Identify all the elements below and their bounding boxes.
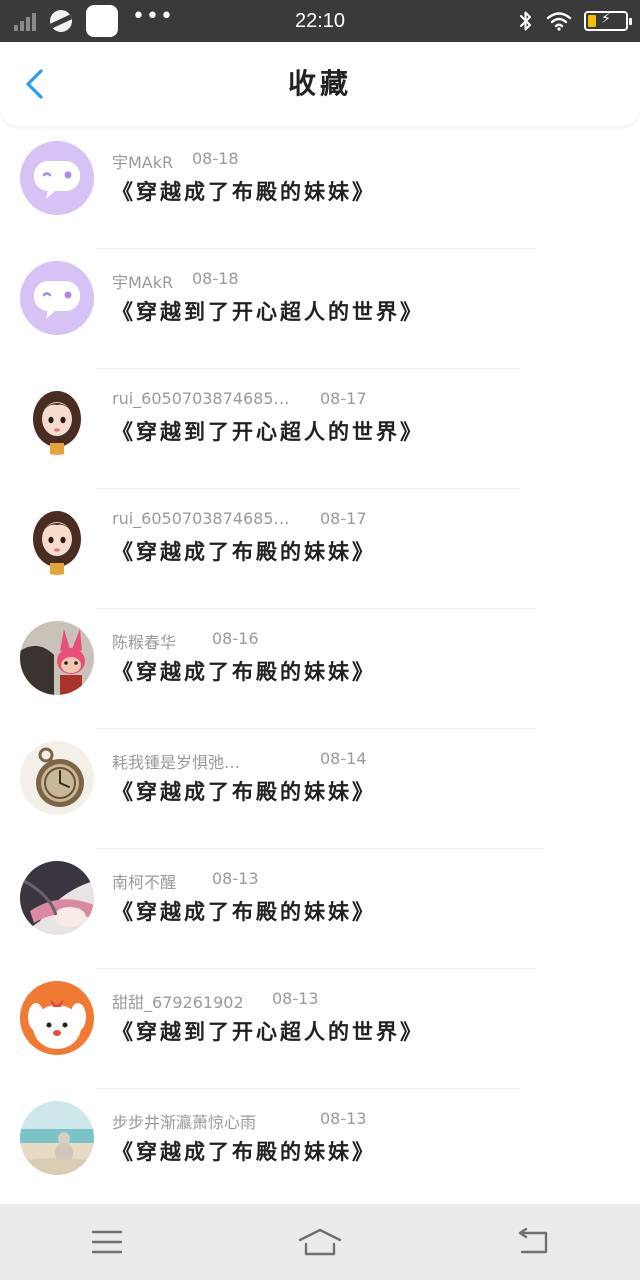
author-name: 宇MAkR: [112, 273, 174, 292]
item-meta: 宇MAkR 08-18: [112, 149, 572, 172]
battery-bolt: ⚡: [601, 11, 611, 27]
item-meta: rui_6050703874685… 08-17: [112, 389, 572, 411]
avatar: [20, 981, 94, 1055]
item-title: 《穿越成了布殿的妹妹》: [112, 180, 376, 204]
list-item[interactable]: 陈糇春华 08-16 《穿越成了布殿的妹妹》: [0, 610, 640, 730]
list-item[interactable]: 南柯不醒 08-13 《穿越成了布殿的妹妹》: [0, 850, 640, 970]
item-title: 《穿越成了布殿的妹妹》: [112, 1140, 376, 1164]
signal-icon: [14, 11, 36, 31]
item-title: 《穿越成了布殿的妹妹》: [112, 900, 376, 924]
item-meta: 步步井渐瀛萧惊心雨 08-13: [112, 1109, 572, 1132]
item-title: 《穿越到了开心超人的世界》: [112, 420, 424, 444]
avatar: [20, 1101, 94, 1175]
home-button[interactable]: [213, 1204, 426, 1280]
item-title: 《穿越成了布殿的妹妹》: [112, 660, 376, 684]
item-meta: 甜甜_679261902 08-13: [112, 989, 572, 1012]
avatar: [20, 861, 94, 935]
divider: [96, 488, 520, 489]
divider: [96, 728, 536, 729]
item-meta: 南柯不醒 08-13: [112, 869, 572, 892]
author-name: rui_6050703874685…: [112, 389, 290, 408]
item-date: 08-16: [212, 629, 259, 648]
page-title: 收藏: [287, 67, 352, 100]
avatar: [20, 741, 94, 815]
avatar: [20, 381, 94, 455]
item-meta: 宇MAkR 08-18: [112, 269, 572, 292]
status-bar: ••• 22:10 ⚡: [0, 0, 640, 42]
cartoon-dog-avatar-icon: [20, 981, 94, 1055]
divider: [96, 1088, 520, 1089]
item-meta: 耗我锺是岁惧弛… 08-14: [112, 749, 572, 772]
chat-bubble-avatar-icon: [20, 261, 94, 335]
chat-bubble-avatar-icon: [20, 141, 94, 215]
bluetooth-icon: [520, 11, 531, 31]
divider: [96, 608, 536, 609]
item-date: 08-13: [320, 1109, 367, 1128]
app-notification-icon: [50, 10, 72, 32]
author-name: rui_6050703874685…: [112, 509, 290, 528]
pink-toy-avatar-icon: [20, 621, 94, 695]
author-name: 步步井渐瀛萧惊心雨: [112, 1113, 257, 1132]
menu-button[interactable]: [0, 1204, 213, 1280]
item-meta: rui_6050703874685… 08-17: [112, 509, 572, 531]
more-dots-icon: •••: [132, 4, 174, 29]
list-item[interactable]: 耗我锺是岁惧弛… 08-14 《穿越成了布殿的妹妹》: [0, 730, 640, 850]
divider: [96, 968, 536, 969]
anime-figure-avatar-icon: [20, 861, 94, 935]
divider: [96, 848, 544, 849]
divider: [96, 368, 520, 369]
item-date: 08-18: [192, 149, 239, 168]
pocket-watch-avatar-icon: [20, 741, 94, 815]
divider: [96, 248, 536, 249]
item-title: 《穿越到了开心超人的世界》: [112, 300, 424, 324]
header: 收藏: [0, 42, 640, 126]
back-icon: [519, 1228, 548, 1254]
list-item[interactable]: 甜甜_679261902 08-13 《穿越到了开心超人的世界》: [0, 970, 640, 1090]
status-right-icons: ⚡: [518, 0, 632, 42]
cartoon-girl-avatar-icon: [20, 501, 94, 575]
avatar: [20, 501, 94, 575]
battery-charging-icon: ⚡: [584, 11, 632, 31]
beach-scene-avatar-icon: [20, 1101, 94, 1175]
item-date: 08-18: [192, 269, 239, 288]
menu-icon: [91, 1230, 122, 1254]
home-icon: [298, 1228, 342, 1256]
list-item[interactable]: rui_6050703874685… 08-17 《穿越到了开心超人的世界》: [0, 370, 640, 490]
avatar: [20, 141, 94, 215]
author-name: 甜甜_679261902: [112, 993, 244, 1012]
avatar: [20, 261, 94, 335]
list-item[interactable]: 宇MAkR 08-18 《穿越成了布殿的妹妹》: [0, 130, 640, 250]
item-title: 《穿越到了开心超人的世界》: [112, 1020, 424, 1044]
item-date: 08-13: [272, 989, 319, 1008]
list-item[interactable]: rui_6050703874685… 08-17 《穿越成了布殿的妹妹》: [0, 490, 640, 610]
list-item[interactable]: 步步井渐瀛萧惊心雨 08-13 《穿越成了布殿的妹妹》: [0, 1090, 640, 1210]
author-name: 耗我锺是岁惧弛…: [112, 753, 241, 772]
status-left-icons: •••: [14, 0, 174, 42]
item-title: 《穿越成了布殿的妹妹》: [112, 540, 376, 564]
author-name: 南柯不醒: [112, 873, 177, 892]
item-date: 08-13: [212, 869, 259, 888]
favorites-list: 宇MAkR 08-18 《穿越成了布殿的妹妹》 宇MAkR 08-18 《穿越到…: [0, 130, 640, 1210]
item-date: 08-14: [320, 749, 367, 768]
item-date: 08-17: [320, 389, 367, 408]
avatar: [20, 621, 94, 695]
item-date: 08-17: [320, 509, 367, 528]
back-nav-button[interactable]: [427, 1204, 640, 1280]
app-notification-icon: [86, 5, 118, 37]
list-item[interactable]: 宇MAkR 08-18 《穿越到了开心超人的世界》: [0, 250, 640, 370]
author-name: 宇MAkR: [112, 153, 174, 172]
cartoon-girl-avatar-icon: [20, 381, 94, 455]
author-name: 陈糇春华: [112, 633, 177, 652]
system-nav-bar: [0, 1204, 640, 1280]
favorites-screen: ••• 22:10 ⚡ 收藏 宇MAkR 08-18 《穿越成了布殿的妹妹》 宇…: [0, 0, 640, 1280]
wifi-icon: [546, 12, 572, 31]
item-title: 《穿越成了布殿的妹妹》: [112, 780, 376, 804]
item-meta: 陈糇春华 08-16: [112, 629, 572, 652]
